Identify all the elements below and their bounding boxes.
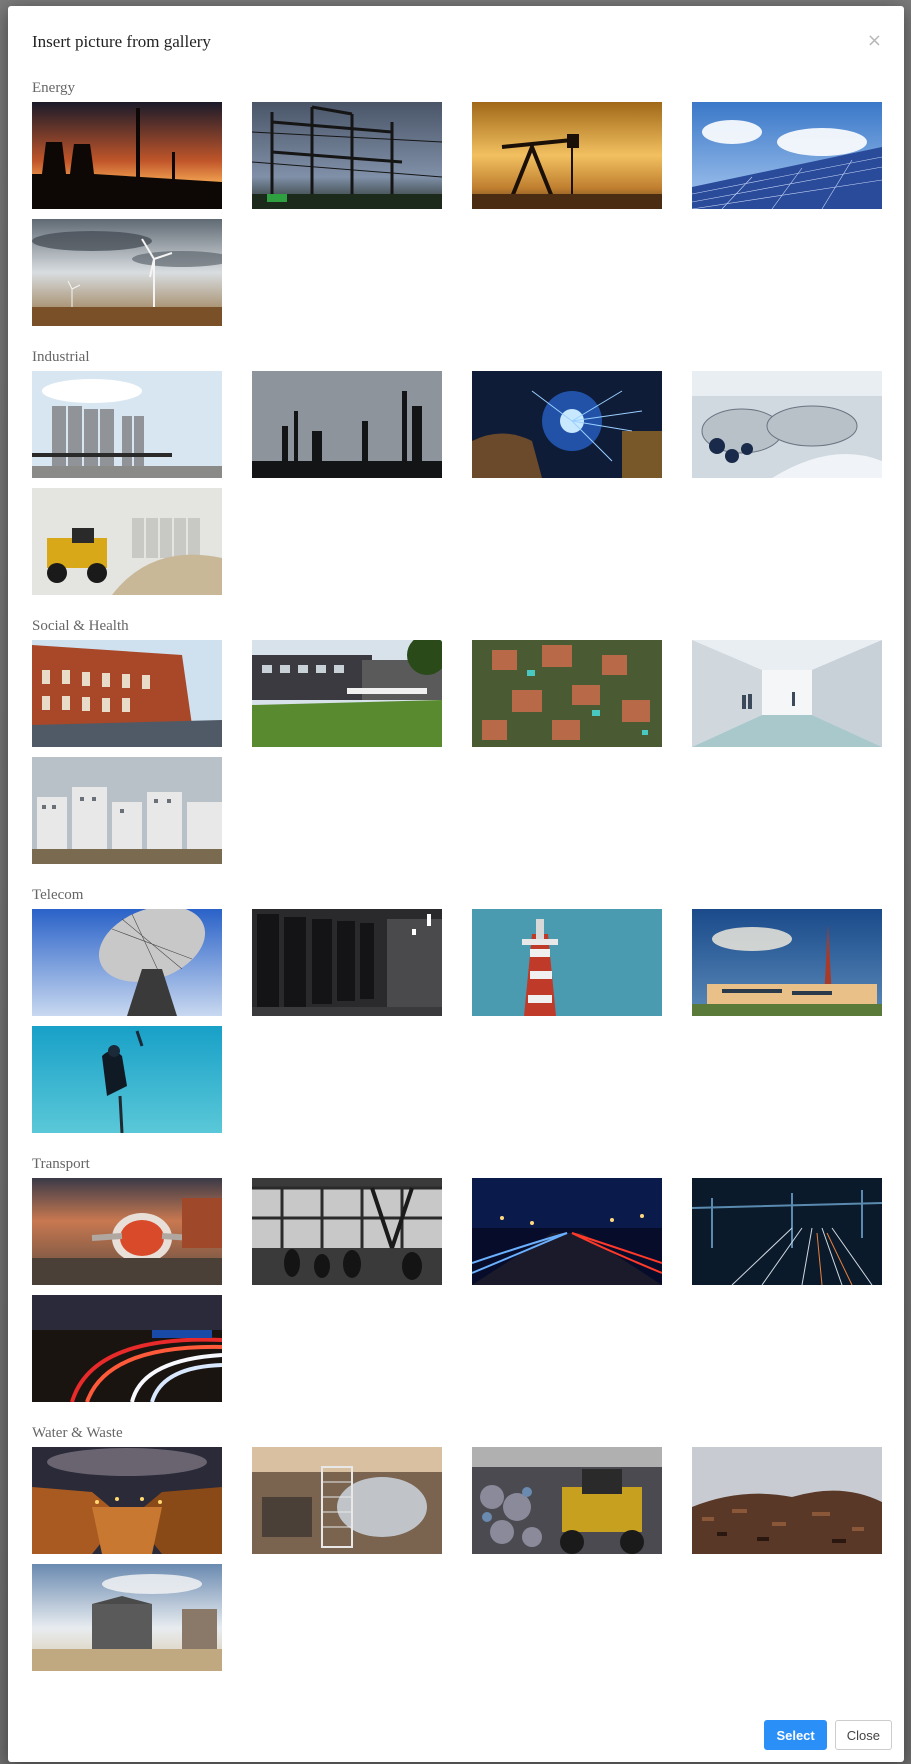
gallery-image[interactable] [252,1447,442,1554]
gallery-image[interactable] [472,909,662,1016]
gallery-image[interactable] [32,757,222,864]
gallery-image[interactable] [692,909,882,1016]
gallery-image[interactable] [32,1564,222,1671]
category-energy: Energy [32,80,884,349]
image-grid [32,371,884,595]
category-industrial: Industrial [32,349,884,618]
gallery-image[interactable] [32,1447,222,1554]
dialog-title: Insert picture from gallery [32,32,211,51]
category-water-waste: Water & Waste [32,1425,884,1694]
gallery-image[interactable] [692,640,882,747]
close-button[interactable]: Close [834,1720,892,1750]
gallery-image[interactable] [692,1178,882,1285]
gallery-image[interactable] [692,1447,882,1554]
gallery-image[interactable] [32,219,222,326]
select-button[interactable]: Select [764,1720,827,1750]
gallery-image[interactable] [472,1178,662,1285]
gallery-image[interactable] [472,1447,662,1554]
gallery-image[interactable] [472,640,662,747]
image-grid [32,640,884,864]
gallery-image[interactable] [252,640,442,747]
category-title: Water & Waste [32,1425,123,1441]
gallery-image[interactable] [252,102,442,209]
category-transport: Transport [32,1156,884,1425]
insert-picture-dialog: Insert picture from gallery × Energy Ind… [8,6,904,1762]
category-social-health: Social & Health [32,618,884,887]
gallery-image[interactable] [32,1295,222,1402]
category-title: Transport [32,1156,90,1172]
dialog-header: Insert picture from gallery × [8,6,904,76]
category-title: Social & Health [32,618,129,634]
category-title: Industrial [32,349,90,365]
gallery: Energy Industrial Social & Health Teleco… [32,80,884,1694]
close-icon[interactable]: × [867,32,882,50]
gallery-image[interactable] [692,102,882,209]
image-grid [32,1447,884,1671]
gallery-image[interactable] [472,102,662,209]
category-telecom: Telecom [32,887,884,1156]
gallery-image[interactable] [32,909,222,1016]
category-title: Energy [32,80,76,96]
gallery-image[interactable] [252,371,442,478]
image-grid [32,102,884,326]
image-grid [32,1178,884,1402]
dialog-footer: Select Close [764,1720,892,1750]
gallery-image[interactable] [32,371,222,478]
category-title: Telecom [32,887,84,903]
image-grid [32,909,884,1133]
gallery-image[interactable] [692,371,882,478]
gallery-image[interactable] [32,1178,222,1285]
gallery-image[interactable] [32,640,222,747]
gallery-image[interactable] [32,1026,222,1133]
gallery-image[interactable] [32,488,222,595]
gallery-image[interactable] [32,102,222,209]
gallery-image[interactable] [252,1178,442,1285]
gallery-image[interactable] [252,909,442,1016]
gallery-image[interactable] [472,371,662,478]
